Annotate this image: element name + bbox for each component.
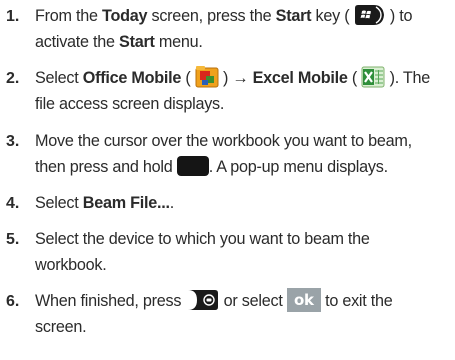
action-key-icon bbox=[176, 155, 209, 176]
step-number: 5. bbox=[6, 231, 20, 248]
step-6-line-1: When finished, press or select ok to exi… bbox=[35, 287, 393, 314]
step-number: 2. bbox=[6, 70, 20, 87]
ok-button-icon: ok bbox=[286, 287, 321, 312]
step-5-line-1: Select the device to which you want to b… bbox=[35, 230, 370, 248]
step-2-line-1: Select Office Mobile ( ) → Excel Mobile … bbox=[35, 66, 430, 91]
step-3-line-1: Move the cursor over the workbook you wa… bbox=[35, 132, 412, 150]
end-key-icon bbox=[188, 289, 219, 310]
step-3-line-2: then press and hold . A pop-up menu disp… bbox=[35, 155, 388, 180]
step-number: 3. bbox=[6, 133, 20, 150]
step-1-line-1: From the Today screen, press the Start k… bbox=[35, 4, 413, 29]
step-number: 6. bbox=[6, 293, 20, 310]
step-5-line-2: workbook. bbox=[35, 256, 107, 274]
excel-mobile-icon bbox=[361, 66, 385, 88]
windows-start-key-icon bbox=[354, 4, 384, 25]
office-mobile-folder-icon bbox=[195, 66, 219, 88]
step-6-line-2: screen. bbox=[35, 318, 87, 336]
step-4-line-1: Select Beam File.... bbox=[35, 194, 174, 212]
step-number: 4. bbox=[6, 195, 20, 212]
step-number: 1. bbox=[6, 8, 20, 25]
step-1-line-2: activate the Start menu. bbox=[35, 33, 203, 51]
step-2-line-2: file access screen displays. bbox=[35, 95, 225, 113]
